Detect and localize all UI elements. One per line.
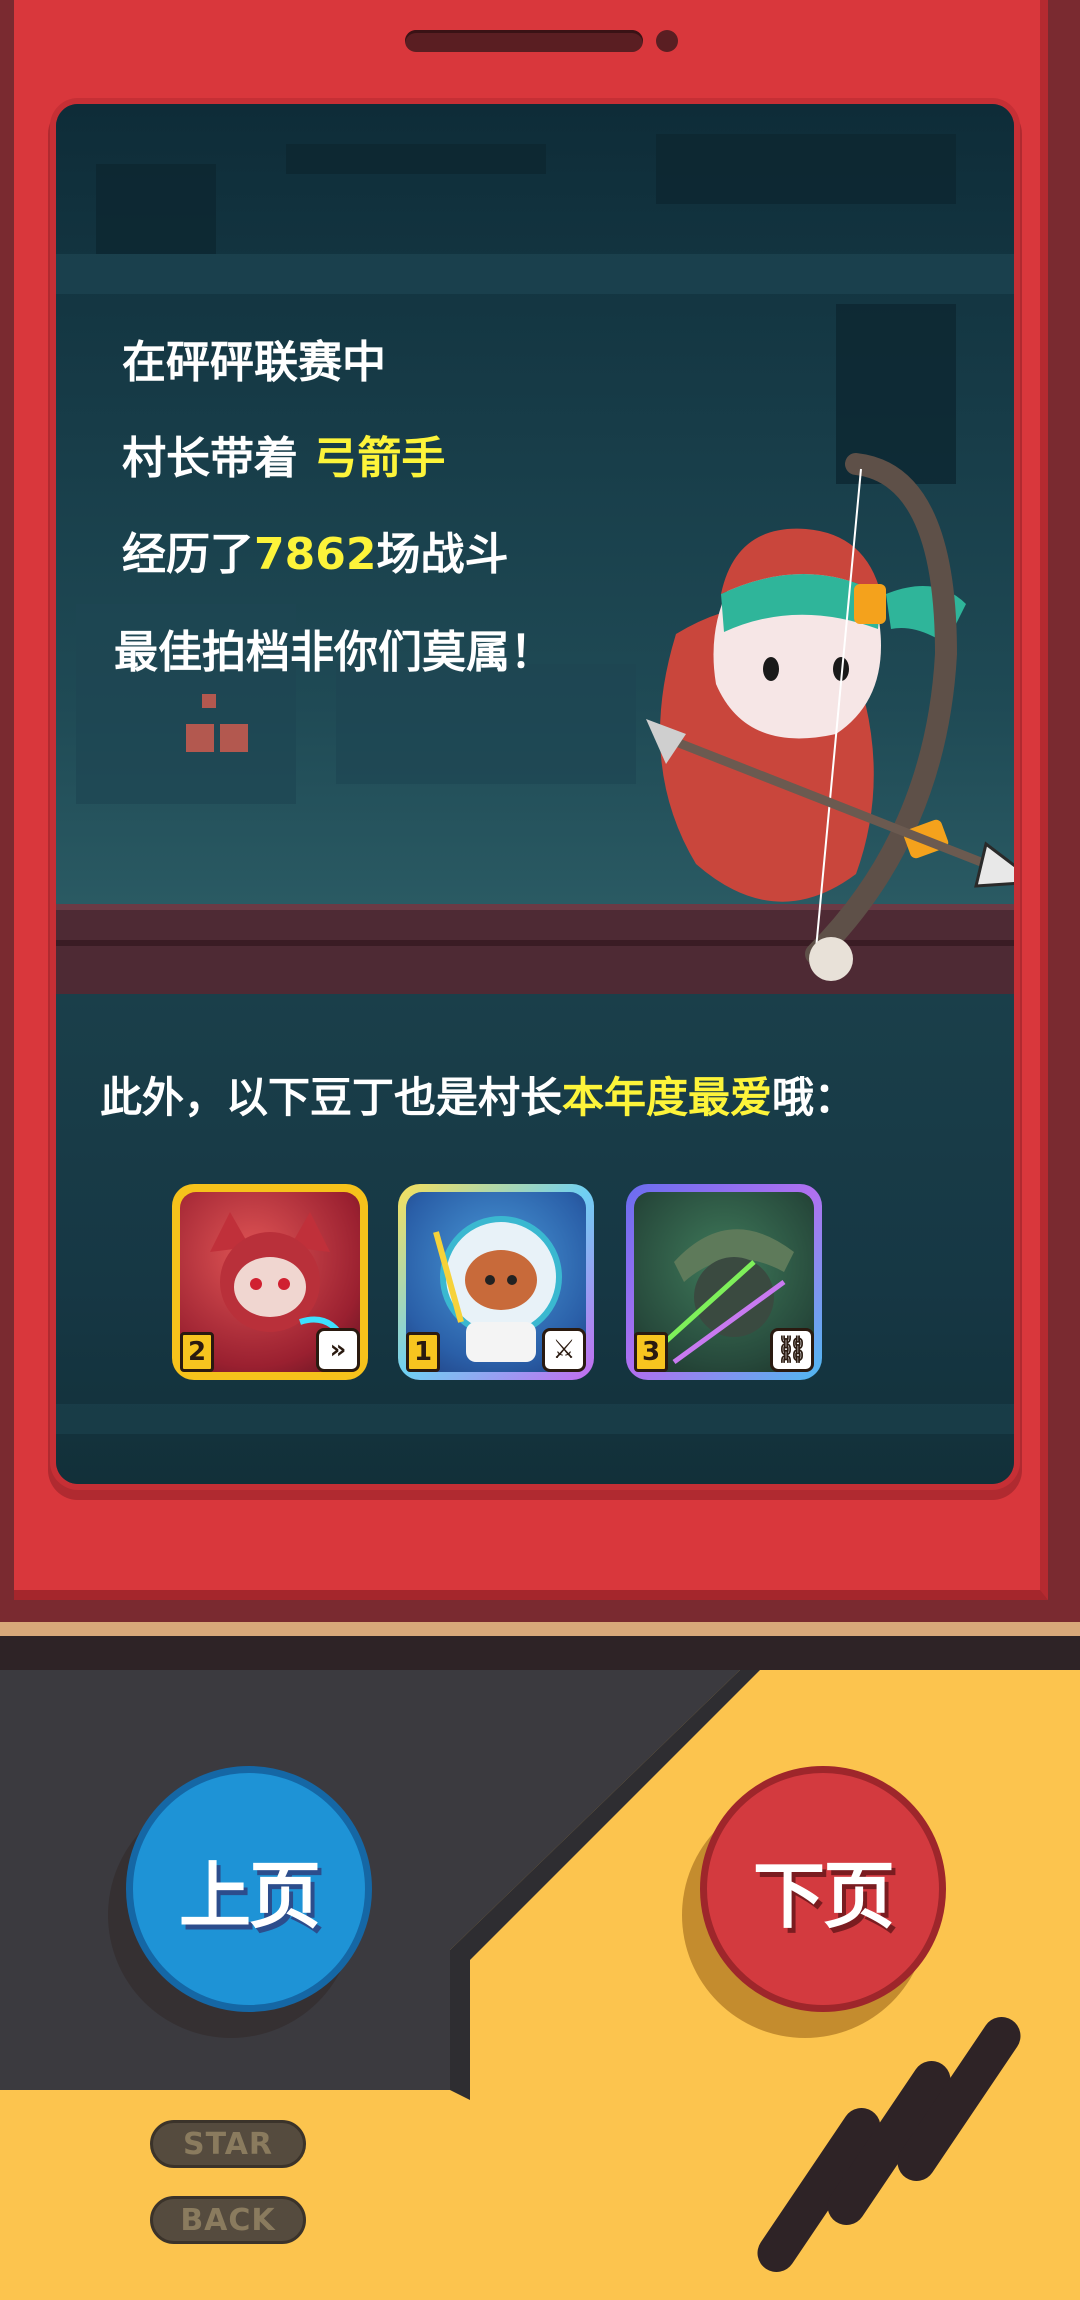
arrow-head [974,841,1014,888]
chain-icon: ⛓ [770,1328,814,1372]
story-line-3: 经历了7862场战斗 [122,518,508,582]
hero-name-highlight: 弓箭手 [313,433,446,484]
story-line-4: 最佳拍档非你们莫属！ [114,627,554,678]
prev-page-button[interactable]: 上页 [126,1766,372,2012]
bg-pixel-block [96,164,216,254]
hero-card[interactable]: 1 ⚔ [398,1184,594,1380]
hero-star-badge: 3 [634,1332,668,1372]
battle-count: 7862 [254,529,377,580]
story-line-3-suffix: 场战斗 [376,529,509,580]
start-button[interactable]: STAR [150,2120,306,2168]
favorites-suffix: 哦： [772,1073,857,1122]
game-screen: 在砰砰联赛中 村长带着 弓箭手 经历了7862场战斗 最佳拍档非你们莫属！ 此外… [56,104,1014,1484]
story-line-2: 村长带着 弓箭手 [122,422,445,486]
favorites-highlight: 本年度最爱 [562,1073,773,1122]
device-seam [0,1622,1080,1636]
sword-icon: ⚔ [542,1328,586,1372]
bg-pixel-block [56,254,1014,294]
bg-pixel-block [56,1404,1014,1434]
story-line-3-prefix: 经历了 [122,529,254,580]
archer-character-illustration [646,453,1014,981]
back-button[interactable]: BACK [150,2196,306,2244]
favorites-prefix: 此外，以下豆丁也是村长 [100,1073,563,1122]
bg-torch-pixel [186,724,214,752]
story-line-2-prefix: 村长带着 [122,433,314,484]
camera-dot [656,30,678,52]
speaker-slot [405,30,643,52]
hero-star-badge: 1 [406,1332,440,1372]
bg-pixel-block [286,144,546,174]
device-hinge [0,1636,1080,1670]
hero-card[interactable]: 2 » [172,1184,368,1380]
hero-star-badge: 2 [180,1332,214,1372]
headband-knot [854,584,886,624]
bg-pixel-block [336,664,636,784]
next-page-button[interactable]: 下页 [700,1766,946,2012]
archer-fist [809,937,853,981]
favorites-text: 此外，以下豆丁也是村长本年度最爱哦： [100,1064,856,1125]
story-line-1: 在砰砰联赛中 [122,337,386,388]
bg-pixel-block [656,134,956,204]
dash-icon: » [316,1328,360,1372]
bg-torch-pixel [220,724,248,752]
archer-eye-left [763,657,779,681]
bg-torch-pixel [202,694,216,708]
hero-card[interactable]: 3 ⛓ [626,1184,822,1380]
